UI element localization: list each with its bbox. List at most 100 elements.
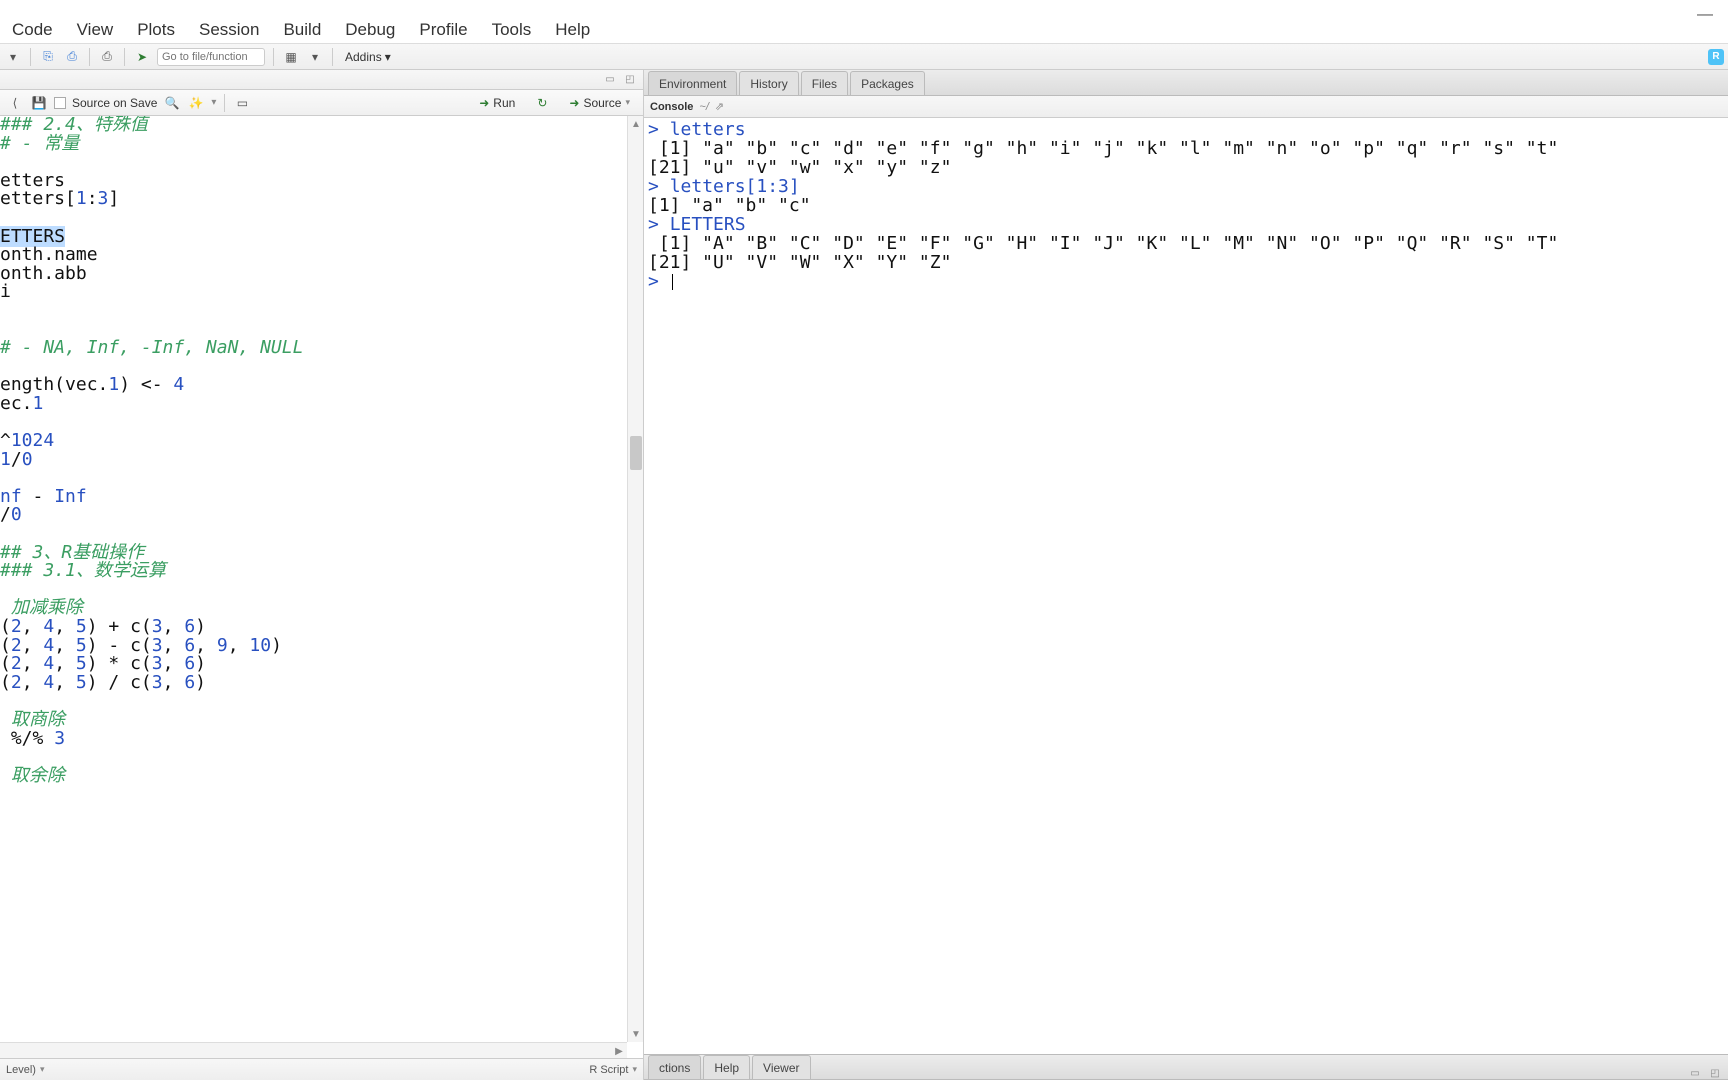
menu-plots[interactable]: Plots <box>125 16 187 44</box>
status-right[interactable]: R Script <box>589 1064 628 1076</box>
console-line: > LETTERS <box>648 215 1724 234</box>
separator <box>224 94 225 112</box>
editor-line[interactable]: ^1024 <box>0 432 627 451</box>
tab-help[interactable]: Help <box>703 1055 750 1079</box>
minimize-pane-icon[interactable]: ▭ <box>1688 1067 1702 1079</box>
console-line: > letters[1:3] <box>648 177 1724 196</box>
tab-files[interactable]: Files <box>801 71 848 95</box>
goto-file-input[interactable] <box>157 48 265 66</box>
editor-line[interactable]: 取商除 <box>0 711 627 730</box>
source-label: Source <box>583 96 621 110</box>
save-icon[interactable]: 💾 <box>30 94 48 112</box>
goto-icon[interactable]: ➤ <box>133 48 151 66</box>
tab-environment[interactable]: Environment <box>648 71 737 95</box>
editor-line[interactable]: ### 2.4、特殊值 <box>0 116 627 135</box>
editor-line[interactable]: onth.name <box>0 246 627 265</box>
editor-line[interactable]: 取余除 <box>0 767 627 786</box>
wand-icon[interactable]: ✨ <box>187 94 205 112</box>
scroll-up-icon[interactable]: ▲ <box>628 116 643 132</box>
horizontal-scrollbar[interactable]: ▶ <box>0 1042 627 1058</box>
console-path: ~/ <box>699 101 708 113</box>
menu-view[interactable]: View <box>65 16 126 44</box>
main-toolbar: ▾ ⎘ ⎙ ⎙ ➤ ▦ ▾ Addins ▾ R <box>0 44 1728 70</box>
scroll-thumb[interactable] <box>630 436 642 470</box>
editor-line[interactable]: ec.1 <box>0 395 627 414</box>
menu-code[interactable]: Code <box>0 16 65 44</box>
status-left[interactable]: Level) <box>6 1064 36 1076</box>
minimize-pane-icon[interactable]: ▭ <box>603 74 617 86</box>
grid-icon[interactable]: ▦ <box>282 48 300 66</box>
editor-line[interactable]: i <box>0 283 627 302</box>
rerun-button[interactable]: ↻ <box>530 93 554 113</box>
source-on-save-checkbox[interactable] <box>54 97 66 109</box>
source-on-save-label: Source on Save <box>72 96 157 110</box>
status-dropdown-icon[interactable]: ▾ <box>40 1064 45 1075</box>
menu-build[interactable]: Build <box>271 16 333 44</box>
menu-profile[interactable]: Profile <box>407 16 479 44</box>
tab-viewer[interactable]: Viewer <box>752 1055 810 1079</box>
r-project-icon[interactable]: R <box>1708 49 1724 65</box>
separator <box>89 48 90 66</box>
editor-line[interactable]: # - NA, Inf, -Inf, NaN, NULL <box>0 339 627 358</box>
vertical-scrollbar[interactable]: ▲ ▼ <box>627 116 643 1042</box>
open-icon[interactable]: ⎘ <box>39 48 57 66</box>
editor-area[interactable]: ### 2.4、特殊值# - 常量ettersetters[1:3]ETTERS… <box>0 116 643 1058</box>
new-file-icon[interactable]: ▾ <box>4 48 22 66</box>
window-minimize-icon[interactable]: — <box>1698 8 1712 22</box>
editor-line[interactable]: /0 <box>0 506 627 525</box>
save-all-icon[interactable]: ⎙ <box>63 48 81 66</box>
run-label: Run <box>493 96 515 110</box>
maximize-pane-icon[interactable]: ◰ <box>1708 1067 1722 1079</box>
maximize-pane-icon[interactable]: ◰ <box>623 74 637 86</box>
editor-line[interactable]: 1/0 <box>0 451 627 470</box>
editor-line[interactable]: etters[1:3] <box>0 190 627 209</box>
separator <box>30 48 31 66</box>
console-output[interactable]: > letters [1] "a" "b" "c" "d" "e" "f" "g… <box>644 118 1728 1054</box>
menu-tools[interactable]: Tools <box>480 16 544 44</box>
editor-line[interactable]: ength(vec.1) <- 4 <box>0 376 627 395</box>
find-icon[interactable]: 🔍 <box>163 94 181 112</box>
editor-line[interactable] <box>0 692 627 711</box>
editor-line[interactable] <box>0 153 627 172</box>
editor-line[interactable]: ### 3.1、数学运算 <box>0 562 627 581</box>
editor-line[interactable]: (2, 4, 5) / c(3, 6) <box>0 674 627 693</box>
filetype-dropdown-icon[interactable]: ▾ <box>632 1064 637 1075</box>
console-line: [21] "u" "v" "w" "x" "y" "z" <box>648 158 1724 177</box>
tab-history[interactable]: History <box>739 71 798 95</box>
addins-menu[interactable]: Addins ▾ <box>341 50 395 64</box>
editor-line[interactable] <box>0 469 627 488</box>
run-button[interactable]: ➜Run <box>472 93 522 113</box>
editor-line[interactable] <box>0 748 627 767</box>
editor-line[interactable]: %/% 3 <box>0 730 627 749</box>
wand-dropdown-icon[interactable]: ▾ <box>211 97 216 108</box>
editor-line[interactable]: onth.abb <box>0 265 627 284</box>
scroll-down-icon[interactable]: ▼ <box>628 1026 643 1042</box>
right-pane: EnvironmentHistoryFilesPackages Console … <box>644 70 1728 1080</box>
back-icon[interactable]: ⟨ <box>6 94 24 112</box>
console-line: > letters <box>648 120 1724 139</box>
source-tabs-bar: ▭ ◰ <box>0 70 643 90</box>
scroll-right-icon[interactable]: ▶ <box>611 1043 627 1058</box>
separator <box>332 48 333 66</box>
menu-session[interactable]: Session <box>187 16 271 44</box>
tab-ctions[interactable]: ctions <box>648 1055 701 1079</box>
tab-packages[interactable]: Packages <box>850 71 925 95</box>
editor-line[interactable]: # - 常量 <box>0 135 627 154</box>
editor-line[interactable] <box>0 581 627 600</box>
editor-line[interactable]: nf - Inf <box>0 488 627 507</box>
editor-line[interactable] <box>0 302 627 321</box>
menu-debug[interactable]: Debug <box>333 16 407 44</box>
menu-help[interactable]: Help <box>543 16 602 44</box>
print-icon[interactable]: ⎙ <box>98 48 116 66</box>
console-line: [1] "a" "b" "c" <box>648 196 1724 215</box>
dropdown-icon[interactable]: ▾ <box>306 48 324 66</box>
console-line: [1] "a" "b" "c" "d" "e" "f" "g" "h" "i" … <box>648 139 1724 158</box>
editor-line[interactable] <box>0 414 627 433</box>
console-path-icon[interactable]: ⇗ <box>715 100 724 113</box>
report-icon[interactable]: ▭ <box>233 94 251 112</box>
source-button[interactable]: ➜Source ▾ <box>562 93 637 113</box>
console-header: Console ~/ ⇗ <box>644 96 1728 118</box>
console-line: [21] "U" "V" "W" "X" "Y" "Z" <box>648 253 1724 272</box>
editor-line[interactable] <box>0 209 627 228</box>
separator <box>124 48 125 66</box>
